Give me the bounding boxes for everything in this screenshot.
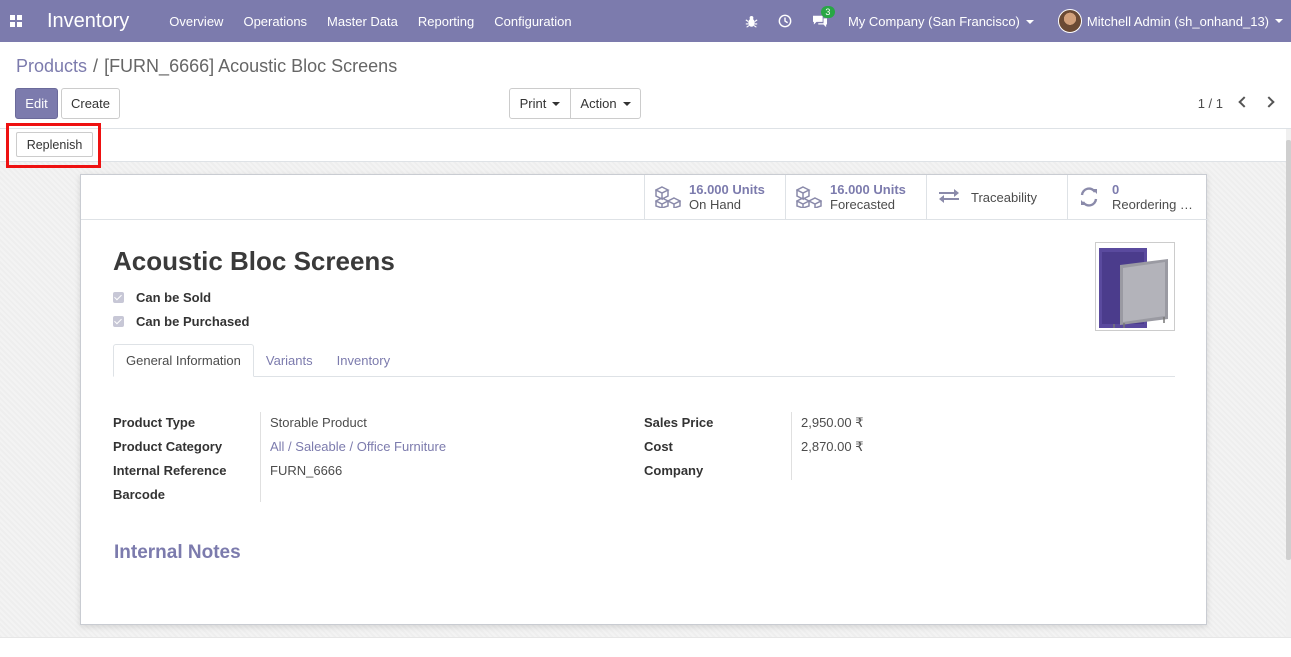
print-label: Print bbox=[519, 96, 547, 111]
traceability-label: Traceability bbox=[971, 189, 1037, 205]
user-menu[interactable]: Mitchell Admin (sh_onhand_13) bbox=[1057, 9, 1283, 33]
top-navbar: Inventory Overview Operations Master Dat… bbox=[0, 0, 1291, 42]
cost-value[interactable]: 2,870.00 ₹ bbox=[801, 439, 864, 455]
form-statusbar bbox=[0, 129, 1286, 162]
bug-icon[interactable] bbox=[745, 15, 758, 28]
sales-price-value[interactable]: 2,950.00 ₹ bbox=[801, 415, 864, 431]
can-be-sold-label: Can be Sold bbox=[136, 290, 212, 305]
sales-price-label: Sales Price bbox=[644, 415, 714, 430]
pager-value: 1 / 1 bbox=[1197, 96, 1223, 111]
field-divider bbox=[791, 412, 792, 480]
tab-inventory[interactable]: Inventory bbox=[325, 344, 402, 377]
can-be-purchased-label: Can be Purchased bbox=[136, 314, 250, 329]
avatar bbox=[1057, 9, 1082, 33]
tab-variants[interactable]: Variants bbox=[254, 344, 325, 377]
print-dropdown[interactable]: Print bbox=[509, 88, 571, 119]
chevron-down-icon bbox=[552, 101, 561, 106]
breadcrumb-current: [FURN_6666] Acoustic Bloc Screens bbox=[104, 56, 398, 76]
bottom-area bbox=[0, 637, 1291, 657]
forecasted-value: 16.000 Units bbox=[830, 182, 906, 197]
reordering-button[interactable]: 0 Reordering … bbox=[1067, 175, 1207, 219]
breadcrumb-products[interactable]: Products bbox=[16, 56, 87, 76]
menu-configuration[interactable]: Configuration bbox=[494, 14, 571, 29]
internal-notes-heading: Internal Notes bbox=[114, 542, 241, 563]
refresh-icon bbox=[1078, 186, 1104, 208]
action-label: Action bbox=[580, 96, 617, 111]
tab-general-information[interactable]: General Information bbox=[113, 344, 254, 377]
field-divider bbox=[260, 412, 261, 502]
reordering-label: Reordering … bbox=[1112, 197, 1193, 212]
chevron-left-icon bbox=[1238, 96, 1250, 108]
can-be-purchased-row: Can be Purchased bbox=[113, 314, 249, 329]
on-hand-button[interactable]: 16.000 Units On Hand bbox=[644, 175, 785, 219]
chevron-down-icon bbox=[622, 101, 631, 106]
product-category-link[interactable]: All / Saleable / Office Furniture bbox=[270, 439, 446, 454]
exchange-icon bbox=[937, 186, 963, 208]
action-dropdown[interactable]: Action bbox=[570, 88, 641, 119]
forecasted-label: Forecasted bbox=[830, 197, 896, 212]
forecasted-button[interactable]: 16.000 Units Forecasted bbox=[785, 175, 926, 219]
chevron-down-icon bbox=[1275, 19, 1283, 23]
chat-icon[interactable]: 3 bbox=[812, 6, 835, 28]
chevron-down-icon bbox=[1025, 20, 1034, 25]
product-type-label: Product Type bbox=[113, 415, 196, 430]
create-button[interactable]: Create bbox=[61, 88, 120, 119]
reordering-value: 0 bbox=[1112, 182, 1120, 197]
company-name: My Company (San Francisco) bbox=[847, 13, 1020, 29]
user-name: Mitchell Admin (sh_onhand_13) bbox=[1086, 13, 1269, 29]
company-switcher[interactable]: My Company (San Francisco) bbox=[848, 14, 1034, 29]
form-sheet: 16.000 Units On Hand 16.000 Units Forecast… bbox=[80, 174, 1208, 625]
product-name[interactable]: Acoustic Bloc Screens bbox=[113, 246, 395, 277]
menu-master-data[interactable]: Master Data bbox=[327, 14, 398, 29]
scrollbar-thumb[interactable] bbox=[1286, 140, 1291, 560]
can-be-purchased-checkbox[interactable] bbox=[113, 316, 124, 327]
chat-badge: 3 bbox=[820, 6, 835, 18]
internal-reference-value[interactable]: FURN_6666 bbox=[270, 463, 342, 478]
can-be-sold-checkbox[interactable] bbox=[113, 292, 124, 303]
cubes-icon bbox=[795, 186, 823, 210]
clock-icon[interactable] bbox=[778, 14, 792, 28]
product-image[interactable] bbox=[1095, 242, 1175, 331]
menu-reporting[interactable]: Reporting bbox=[418, 14, 474, 29]
notebook-tabs: General Information Variants Inventory bbox=[113, 344, 1175, 377]
on-hand-label: On Hand bbox=[689, 197, 742, 212]
on-hand-value: 16.000 Units bbox=[689, 182, 765, 197]
menu-operations[interactable]: Operations bbox=[243, 14, 307, 29]
apps-menu-icon[interactable] bbox=[0, 0, 32, 42]
app-title[interactable]: Inventory bbox=[47, 10, 129, 33]
cost-label: Cost bbox=[644, 439, 673, 454]
pager-next-button[interactable] bbox=[1259, 92, 1279, 112]
button-box-divider bbox=[81, 219, 1208, 220]
traceability-button[interactable]: Traceability bbox=[926, 175, 1067, 219]
smart-button-box: 16.000 Units On Hand 16.000 Units Forecast… bbox=[644, 175, 1207, 219]
barcode-label: Barcode bbox=[113, 487, 166, 502]
edit-button[interactable]: Edit bbox=[15, 88, 58, 119]
menu-overview[interactable]: Overview bbox=[169, 14, 223, 29]
chevron-right-icon bbox=[1263, 96, 1275, 108]
pager-previous-button[interactable] bbox=[1234, 92, 1254, 112]
internal-reference-label: Internal Reference bbox=[113, 463, 227, 478]
can-be-sold-row: Can be Sold bbox=[113, 290, 211, 305]
product-type-value[interactable]: Storable Product bbox=[270, 415, 367, 430]
breadcrumb: Products / [FURN_6666] Acoustic Bloc Scree… bbox=[16, 56, 397, 77]
breadcrumb-separator: / bbox=[93, 56, 99, 76]
replenish-button[interactable]: Replenish bbox=[16, 132, 93, 157]
product-category-label: Product Category bbox=[113, 439, 223, 454]
cubes-icon bbox=[654, 186, 682, 210]
company-label: Company bbox=[644, 463, 704, 478]
